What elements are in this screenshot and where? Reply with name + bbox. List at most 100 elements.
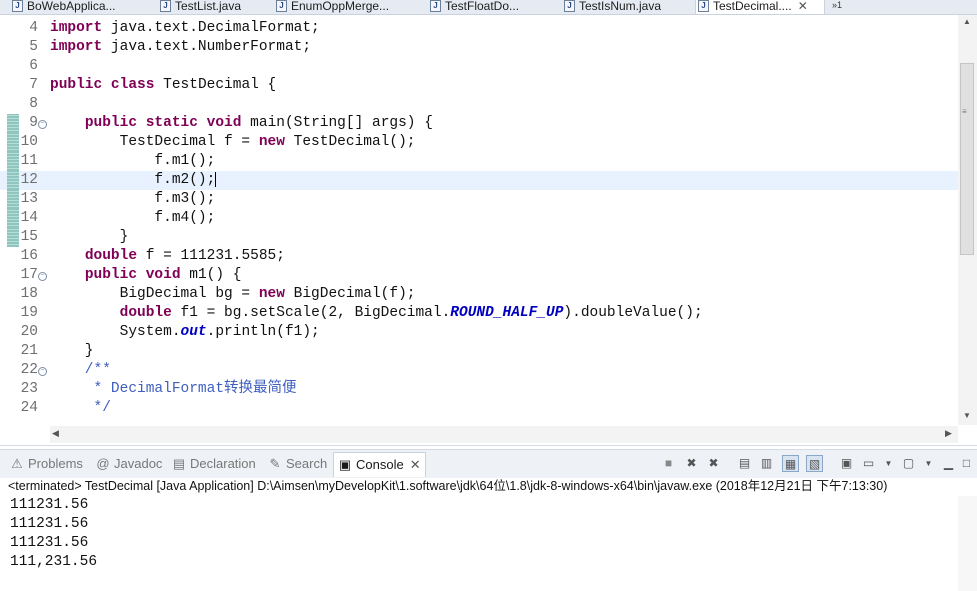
code-text: f.m3(); — [50, 191, 216, 207]
code-area[interactable]: 4 import java.text.DecimalFormat; 5 import … — [0, 15, 958, 425]
pin-console-icon[interactable]: ▣ — [838, 455, 855, 472]
console-icon: ▣ — [338, 457, 352, 472]
console-output-line: 111,231.56 — [10, 554, 98, 570]
code-line[interactable]: 21 } — [0, 342, 958, 361]
console-output-line: 111231.56 — [10, 497, 89, 513]
tab-problems[interactable]: ⚠ Problems — [10, 455, 83, 473]
editor-tab-testdecimal[interactable]: J TestDecimal.... ✕ — [695, 0, 825, 14]
code-text: BigDecimal bg = new BigDecimal(f); — [50, 286, 416, 302]
close-tab-icon[interactable]: ✕ — [798, 0, 808, 13]
problems-icon: ⚠ — [11, 456, 23, 471]
show-console-on-output-icon[interactable]: ▦ — [782, 455, 799, 472]
tab-label: Console — [356, 457, 404, 472]
code-text: import java.text.NumberFormat; — [50, 39, 312, 55]
code-text: f.m1(); — [50, 153, 216, 169]
java-file-icon: J — [564, 0, 575, 12]
code-line[interactable]: 19 double f1 = bg.setScale(2, BigDecimal… — [0, 304, 958, 323]
grip-icon: ≡ — [962, 107, 967, 116]
line-number: 18 — [20, 286, 38, 302]
code-line[interactable]: 22− /** — [0, 361, 958, 380]
code-line[interactable]: 20 System.out.println(f1); — [0, 323, 958, 342]
line-number: 5 — [29, 39, 38, 55]
java-file-icon: J — [430, 0, 441, 12]
maximize-icon[interactable]: □ — [958, 455, 975, 472]
code-line[interactable]: 24 */ — [0, 399, 958, 418]
console-vertical-scrollbar[interactable] — [958, 496, 977, 591]
code-text: double f = 111231.5585; — [84, 248, 285, 264]
code-line[interactable]: 14 f.m4(); — [0, 209, 958, 228]
scroll-left-icon[interactable]: ◀ — [52, 428, 59, 439]
code-text: f.m4(); — [50, 210, 216, 226]
code-line[interactable]: 9− public static void main(String[] args… — [0, 114, 958, 133]
line-number: 19 — [20, 305, 38, 321]
fold-icon[interactable]: − — [38, 367, 47, 376]
editor-horizontal-scrollbar[interactable]: ◀ ▶ — [50, 426, 958, 443]
tab-console[interactable]: ▣ Console ✕ — [333, 452, 426, 477]
java-editor[interactable]: 4 import java.text.DecimalFormat; 5 import … — [0, 15, 977, 446]
fold-icon[interactable]: − — [38, 120, 47, 129]
editor-tab-bowebapplication[interactable]: J BoWebApplica... — [10, 0, 160, 14]
remove-launch-icon[interactable]: ✖ — [683, 455, 700, 472]
editor-tab-label: TestFloatDo... — [445, 0, 520, 13]
scrollbar-thumb[interactable] — [960, 63, 974, 255]
tab-label: Declaration — [190, 456, 256, 471]
tab-declaration[interactable]: ▤ Declaration — [172, 455, 256, 473]
javadoc-icon: @ — [96, 456, 110, 471]
tab-search[interactable]: ✎ Search — [268, 455, 328, 473]
chevron-down-icon[interactable]: ▼ — [880, 455, 897, 472]
code-text: */ — [50, 400, 111, 416]
minimize-icon[interactable]: ▁ — [940, 455, 957, 472]
console-output-line: 111231.56 — [10, 516, 89, 532]
tab-overflow-indicator[interactable]: »1 — [832, 0, 842, 10]
scroll-lock-icon[interactable]: ▥ — [758, 455, 775, 472]
line-number: 8 — [29, 96, 38, 112]
code-line[interactable]: 23 * DecimalFormat转换最简便 — [0, 380, 958, 399]
code-text: public void m1() { — [84, 267, 242, 283]
code-line[interactable]: 13 f.m3(); — [0, 190, 958, 209]
fold-icon[interactable]: − — [38, 272, 47, 281]
terminate-icon[interactable]: ■ — [660, 455, 677, 472]
code-line[interactable]: 7 public class TestDecimal { — [0, 76, 958, 95]
code-text: } — [50, 229, 129, 245]
open-console-icon[interactable]: ▢ — [900, 455, 917, 472]
tab-label: Search — [286, 456, 328, 471]
code-line[interactable]: 12 f.m2(); — [0, 171, 958, 190]
line-number: 7 — [29, 77, 38, 93]
editor-tab-label: TestList.java — [175, 0, 242, 13]
code-line[interactable]: 15 } — [0, 228, 958, 247]
close-tab-icon[interactable]: ✕ — [410, 457, 421, 472]
code-text: /** — [50, 362, 111, 378]
editor-tab-testfloatdouble[interactable]: J TestFloatDo... — [428, 0, 558, 14]
display-selected-console-icon[interactable]: ▭ — [860, 455, 877, 472]
clear-console-icon[interactable]: ▤ — [736, 455, 753, 472]
code-line[interactable]: 8 — [0, 95, 958, 114]
editor-tab-enumoppmerge[interactable]: J EnumOppMerge... — [274, 0, 424, 14]
code-line[interactable]: 10 TestDecimal f = new TestDecimal(); — [0, 133, 958, 152]
code-line[interactable]: 6 — [0, 57, 958, 76]
console-launch-description: <terminated> TestDecimal [Java Applicati… — [8, 479, 888, 493]
line-number: 11 — [20, 153, 38, 169]
editor-vertical-scrollbar[interactable]: ▲ ≡ ▼ — [958, 15, 977, 425]
code-text: TestDecimal f = new TestDecimal(); — [50, 134, 416, 150]
tab-javadoc[interactable]: @ Javadoc — [96, 455, 162, 473]
chevron-down-icon[interactable]: ▼ — [920, 455, 937, 472]
show-console-on-error-icon[interactable]: ▧ — [806, 455, 823, 472]
scroll-down-icon[interactable]: ▼ — [963, 411, 971, 420]
code-line[interactable]: 16 double f = 111231.5585; — [0, 247, 958, 266]
code-line[interactable]: 4 import java.text.DecimalFormat; — [0, 19, 958, 38]
code-line[interactable]: 17− public void m1() { — [0, 266, 958, 285]
tab-label: Problems — [28, 456, 83, 471]
remove-all-terminated-icon[interactable]: ✖ — [705, 455, 722, 472]
console-output[interactable]: 111231.56 111231.56 111231.56 111,231.56 — [10, 496, 97, 572]
scroll-right-icon[interactable]: ▶ — [945, 428, 952, 439]
code-text: * DecimalFormat转换最简便 — [50, 381, 297, 397]
editor-tab-testisnum[interactable]: J TestIsNum.java — [562, 0, 692, 14]
line-number: 10 — [20, 134, 38, 150]
tab-label: Javadoc — [114, 456, 163, 471]
scroll-up-icon[interactable]: ▲ — [963, 17, 971, 26]
code-line[interactable]: 5 import java.text.NumberFormat; — [0, 38, 958, 57]
editor-tab-testlist[interactable]: J TestList.java — [158, 0, 270, 14]
code-line[interactable]: 11 f.m1(); — [0, 152, 958, 171]
code-line[interactable]: 18 BigDecimal bg = new BigDecimal(f); — [0, 285, 958, 304]
editor-tab-label: BoWebApplica... — [27, 0, 116, 13]
